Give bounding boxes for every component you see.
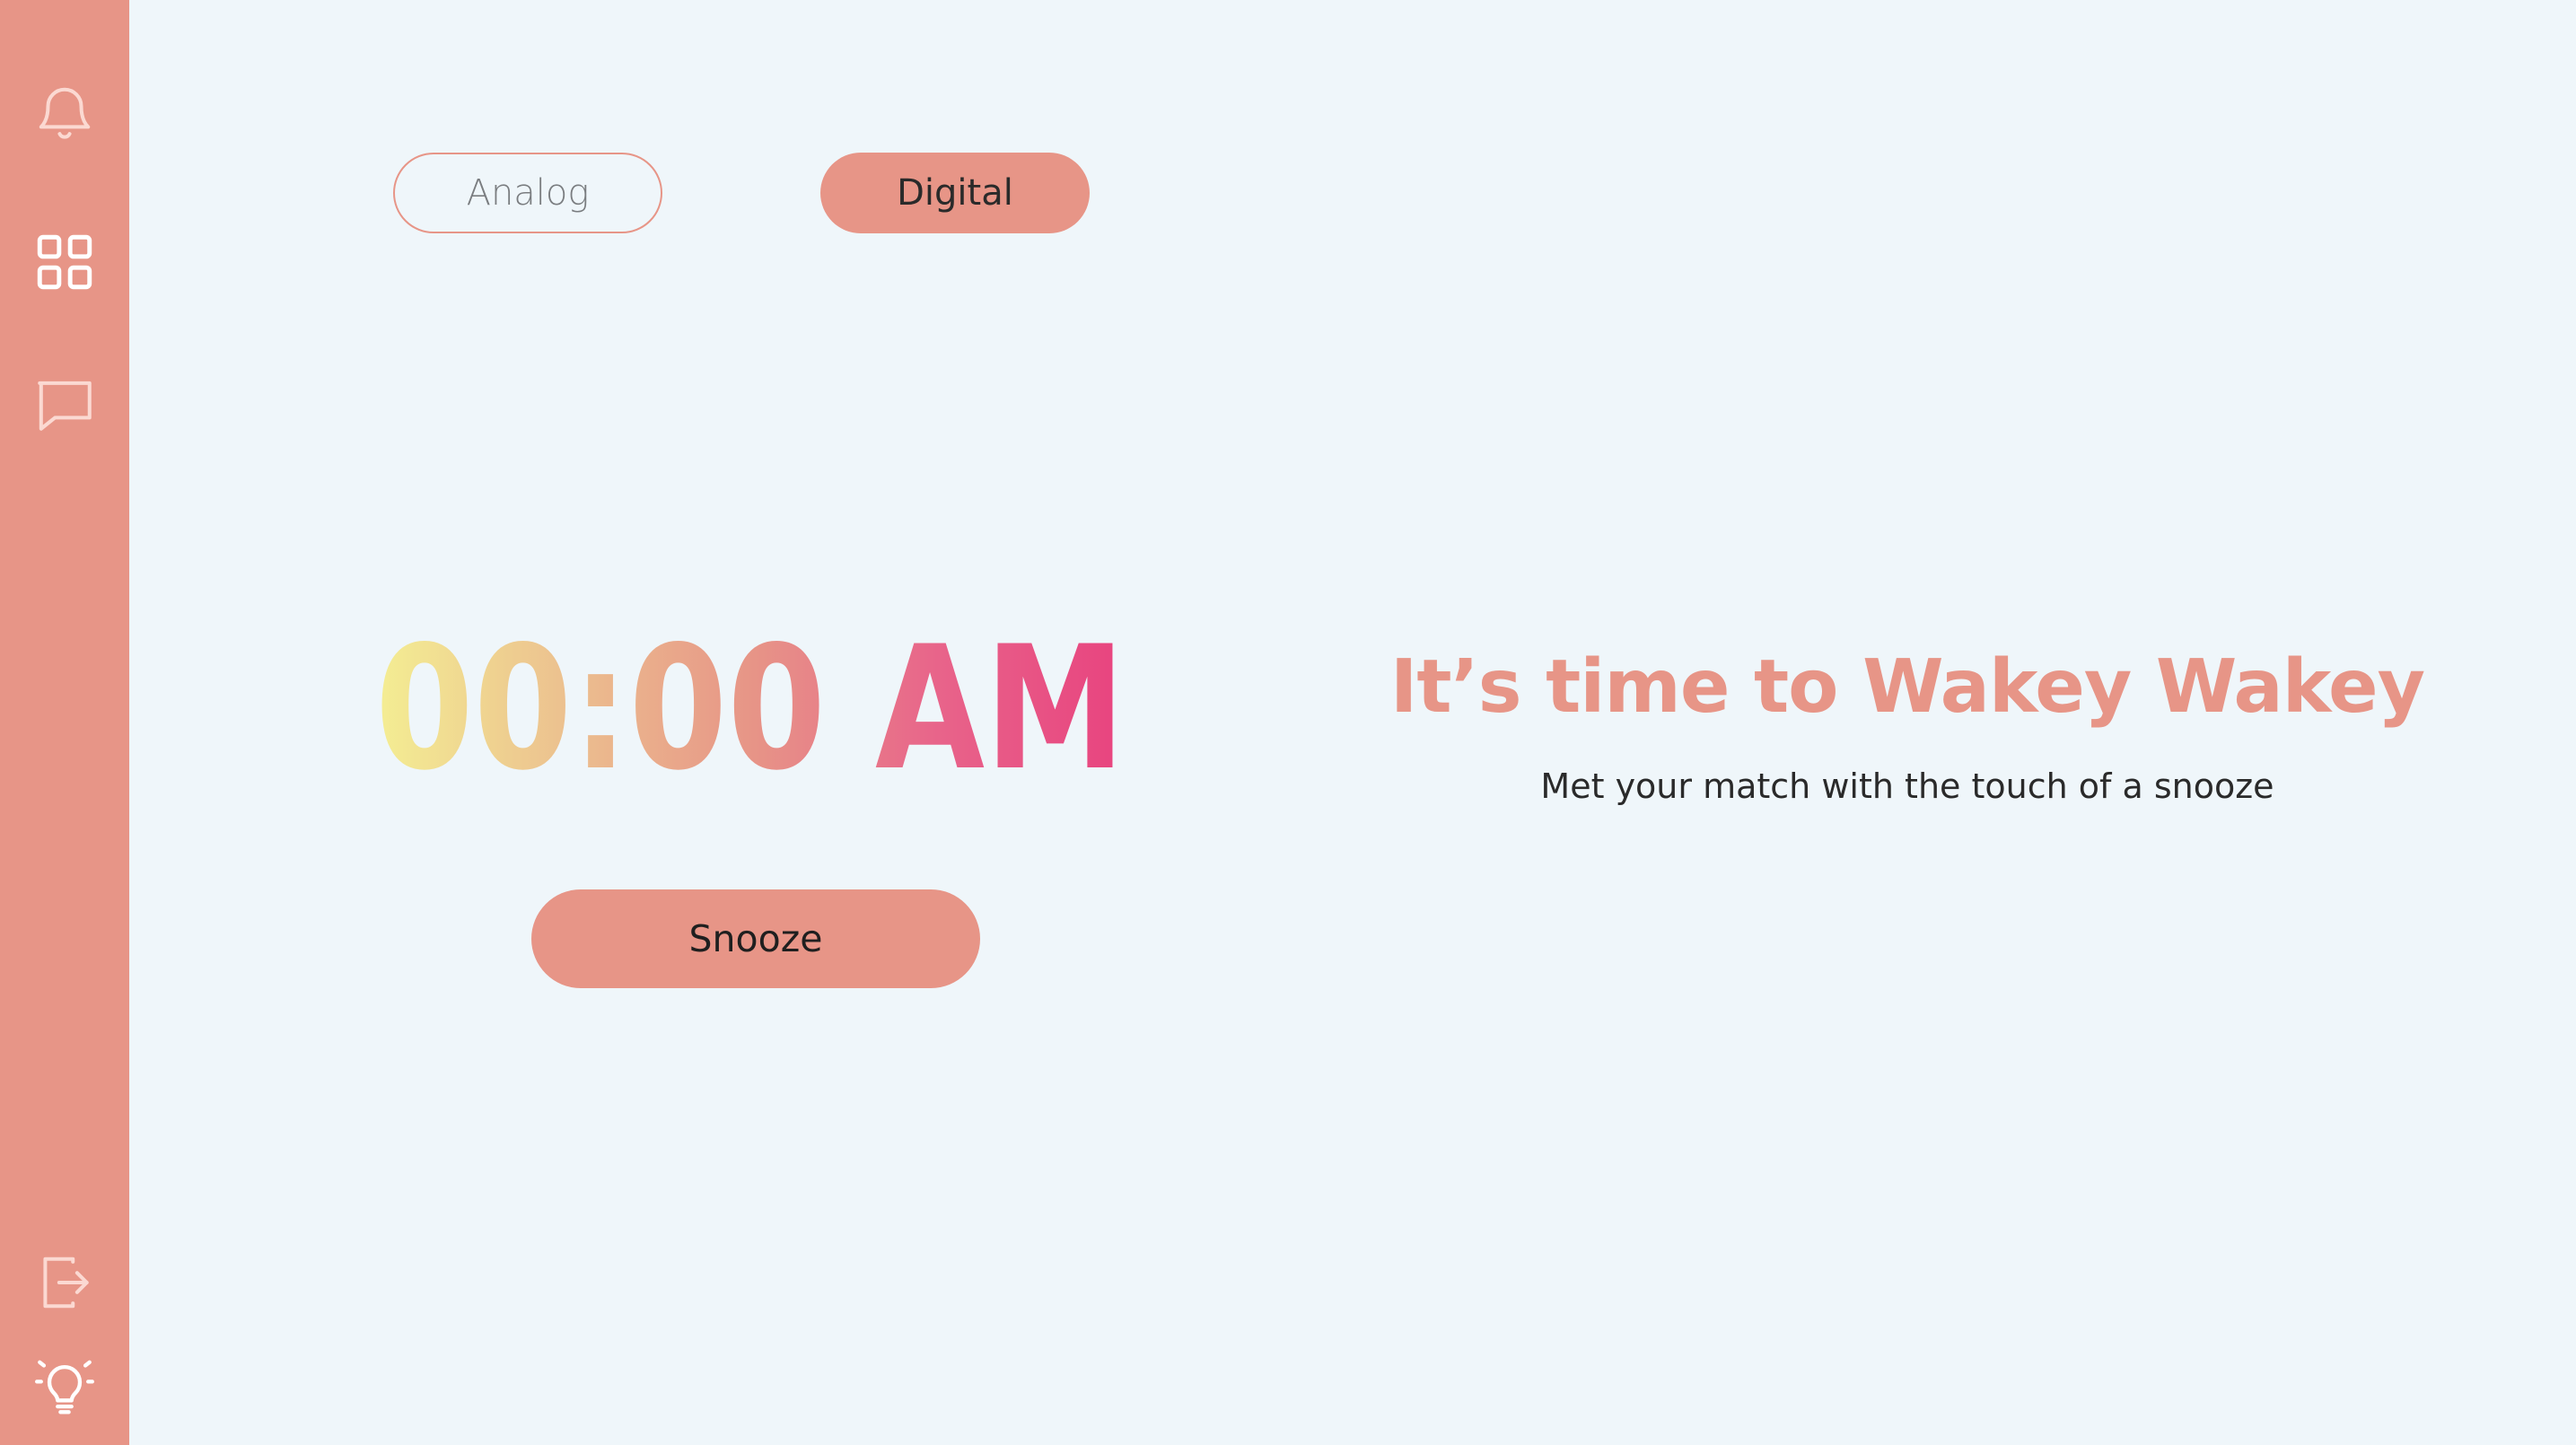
snooze-button[interactable]: Snooze (531, 889, 980, 988)
clock-time: 00:00 AM (375, 609, 1126, 779)
lightbulb-icon[interactable] (27, 1348, 102, 1423)
clock-gradient-text: 00:00 AM (375, 609, 1126, 779)
digital-clock-display: 00:00 AM (375, 600, 1138, 779)
grid-icon[interactable] (27, 224, 102, 300)
wake-headline: It’s time to Wakey Wakey (1389, 644, 2425, 730)
chat-icon[interactable] (27, 366, 102, 442)
bell-icon[interactable] (27, 75, 102, 151)
sidebar (0, 0, 129, 1445)
wake-subline: Met your match with the touch of a snooz… (1540, 766, 2274, 806)
digital-toggle-button[interactable]: Digital (820, 153, 1090, 233)
logout-icon[interactable] (27, 1245, 102, 1320)
analog-toggle-button[interactable]: Analog (393, 153, 662, 233)
